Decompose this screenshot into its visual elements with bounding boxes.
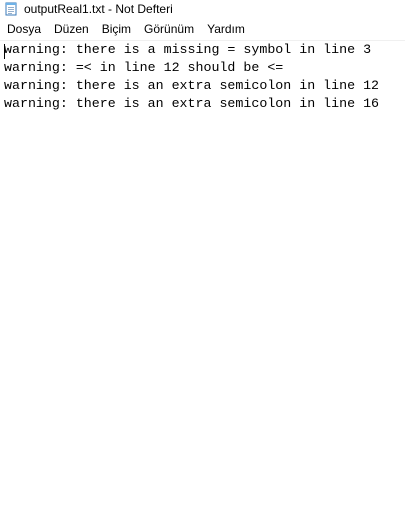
text-line-3: warning: there is an extra semicolon in … [4, 78, 380, 93]
text-caret [4, 44, 5, 59]
text-line-1: warning: there is a missing = symbol in … [4, 42, 372, 57]
menu-file[interactable]: Dosya [0, 20, 47, 39]
text-content[interactable]: warning: there is a missing = symbol in … [4, 41, 379, 113]
menu-edit[interactable]: Düzen [47, 20, 95, 39]
menu-bar: Dosya Düzen Biçim Görünüm Yardım [0, 20, 405, 39]
notepad-window: outputReal1.txt - Not Defteri Dosya Düze… [0, 0, 405, 530]
window-title: outputReal1.txt - Not Defteri [24, 2, 173, 16]
text-editor-area[interactable]: warning: there is a missing = symbol in … [0, 40, 405, 530]
title-bar[interactable]: outputReal1.txt - Not Defteri [0, 0, 405, 19]
text-line-2: warning: =< in line 12 should be <= [4, 60, 284, 75]
menu-format[interactable]: Biçim [95, 20, 137, 39]
notepad-icon [4, 2, 18, 16]
menu-help[interactable]: Yardım [200, 20, 251, 39]
text-line-4: warning: there is an extra semicolon in … [4, 96, 380, 111]
menu-view[interactable]: Görünüm [137, 20, 200, 39]
